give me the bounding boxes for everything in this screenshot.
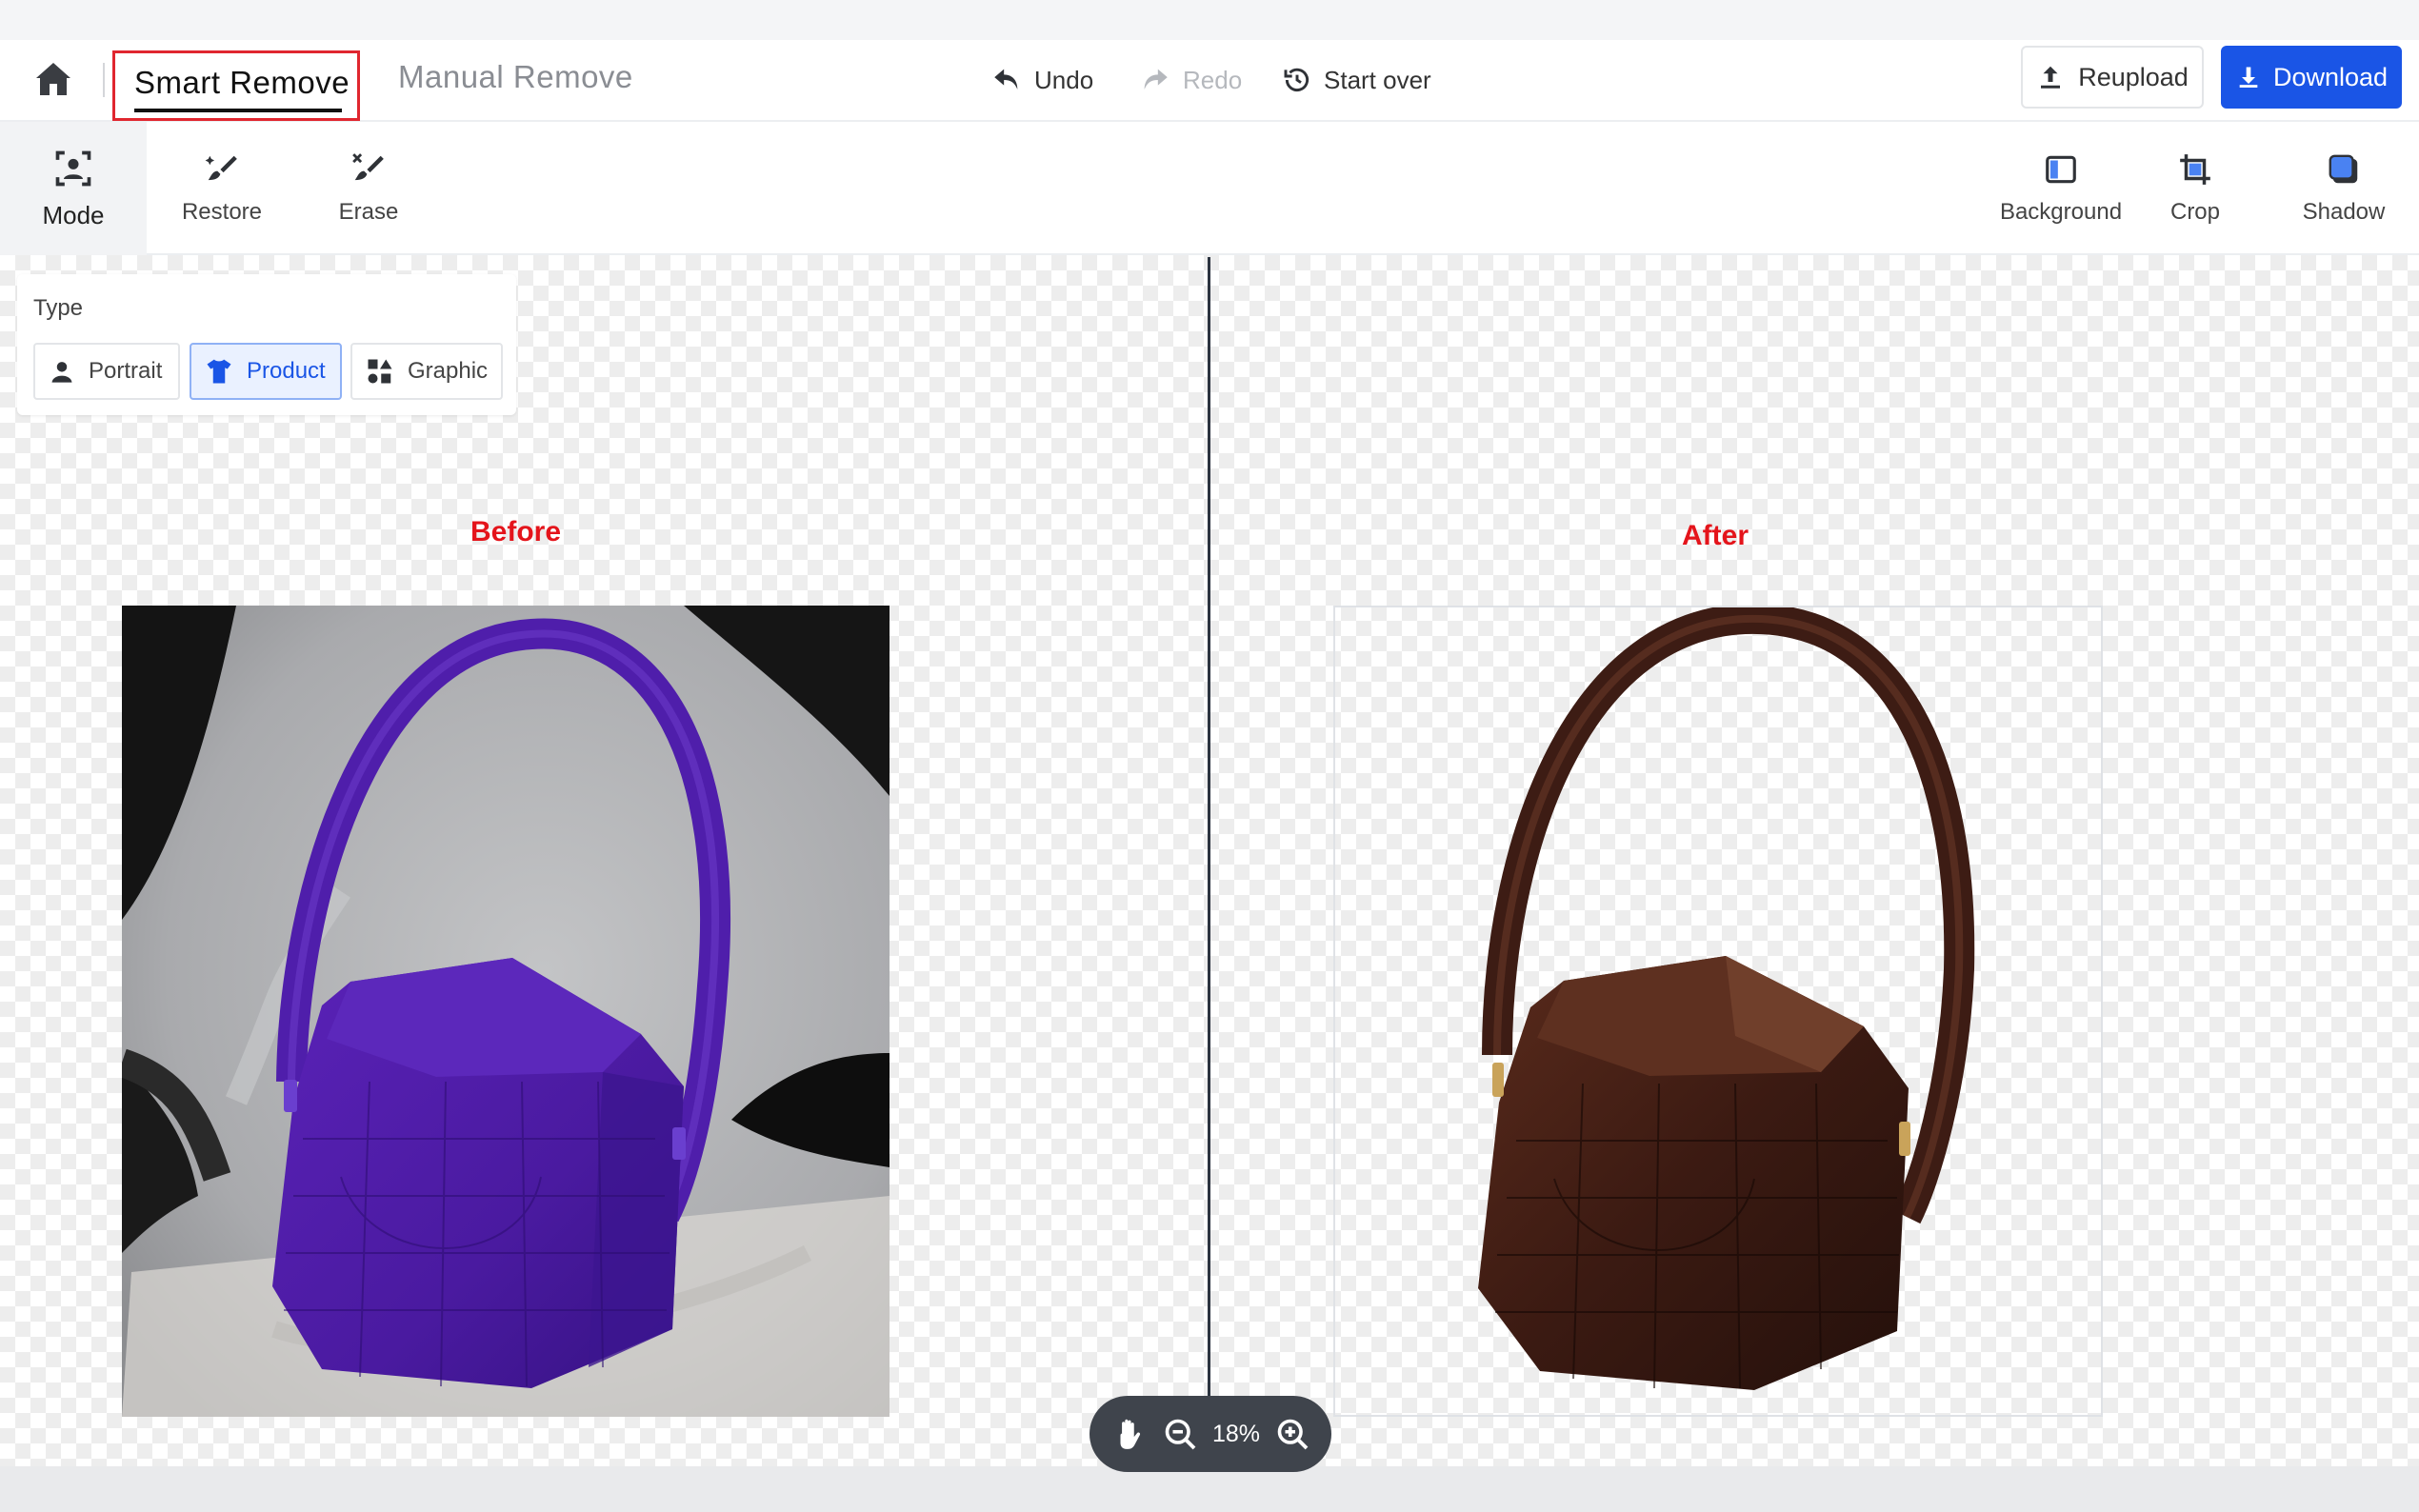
crop-label: Crop	[2169, 199, 2221, 225]
start-over-label: Start over	[1324, 65, 1431, 94]
redo-label: Redo	[1183, 65, 1243, 94]
restore-label: Restore	[181, 199, 263, 225]
mode-icon	[55, 150, 91, 186]
undo-icon	[994, 69, 1018, 90]
portrait-icon	[51, 362, 72, 383]
crop-icon	[2180, 154, 2210, 185]
compare-divider[interactable]	[1208, 257, 1210, 1466]
shadow-tool[interactable]: Shadow	[2272, 122, 2415, 255]
crop-tool[interactable]: Crop	[2124, 122, 2267, 255]
header-separator	[103, 63, 105, 97]
after-image-frame	[1333, 603, 2103, 1417]
download-label: Download	[2272, 62, 2389, 91]
erase-label: Erase	[338, 199, 399, 225]
reupload-label: Reupload	[2078, 62, 2189, 91]
zoom-in-icon[interactable]	[1275, 1417, 1309, 1451]
type-graphic-button[interactable]: Graphic	[350, 343, 503, 400]
tab-smart-remove-label: Smart Remove	[134, 65, 350, 100]
after-label: After	[1682, 520, 1749, 551]
before-photo	[122, 606, 890, 1417]
background-label: Background	[1999, 199, 2123, 225]
erase-brush-icon	[352, 153, 384, 181]
undo-button[interactable]: Undo	[990, 59, 1093, 101]
type-product-label: Product	[247, 358, 326, 384]
tab-smart-remove[interactable]: Smart Remove	[112, 50, 360, 121]
after-cutout	[1478, 603, 1975, 1390]
shadow-label: Shadow	[2302, 199, 2386, 225]
hand-pan-icon[interactable]	[1111, 1416, 1148, 1452]
zoom-out-icon[interactable]	[1163, 1417, 1197, 1451]
home-icon	[36, 63, 70, 95]
redo-button[interactable]: Redo	[1139, 59, 1242, 101]
redo-icon	[1144, 69, 1168, 90]
browser-top-strip	[0, 0, 2419, 40]
type-graphic-label: Graphic	[408, 358, 489, 384]
restore-brush-icon	[205, 155, 237, 181]
type-panel: Type Portrait Product Graphic	[17, 274, 516, 415]
type-portrait-label: Portrait	[89, 358, 163, 384]
zoom-value: 18%	[1211, 1420, 1261, 1447]
upload-icon	[2041, 66, 2061, 89]
history-icon	[1284, 68, 1309, 91]
reupload-button[interactable]: Reupload	[2021, 46, 2204, 109]
background-tool[interactable]: Background	[1987, 122, 2135, 255]
type-portrait-button[interactable]: Portrait	[33, 343, 180, 400]
erase-tool[interactable]: Erase	[295, 122, 442, 255]
home-button[interactable]	[30, 57, 76, 103]
tool-bar: Mode Restore Erase Background Crop Shado…	[0, 122, 2419, 255]
mode-tool[interactable]: Mode	[0, 122, 147, 255]
bottom-strip	[0, 1466, 2419, 1512]
undo-label: Undo	[1034, 65, 1094, 94]
type-product-button[interactable]: Product	[190, 343, 342, 400]
mode-label: Mode	[42, 200, 105, 229]
before-image	[122, 606, 890, 1417]
before-label: Before	[470, 516, 562, 547]
start-over-button[interactable]: Start over	[1282, 59, 1431, 101]
zoom-bar: 18%	[1090, 1396, 1331, 1472]
active-tab-underline	[134, 109, 342, 112]
background-icon	[2046, 155, 2076, 184]
tshirt-icon	[207, 359, 231, 384]
type-label: Type	[33, 295, 84, 321]
header-bar: Smart Remove Manual Remove Undo Redo Sta…	[0, 40, 2419, 122]
download-button[interactable]: Download	[2221, 46, 2402, 109]
tab-manual-remove[interactable]: Manual Remove	[398, 59, 633, 95]
shadow-icon	[2329, 154, 2358, 184]
graphic-shapes-icon	[368, 359, 392, 384]
restore-tool[interactable]: Restore	[149, 122, 295, 255]
download-icon	[2239, 67, 2258, 88]
